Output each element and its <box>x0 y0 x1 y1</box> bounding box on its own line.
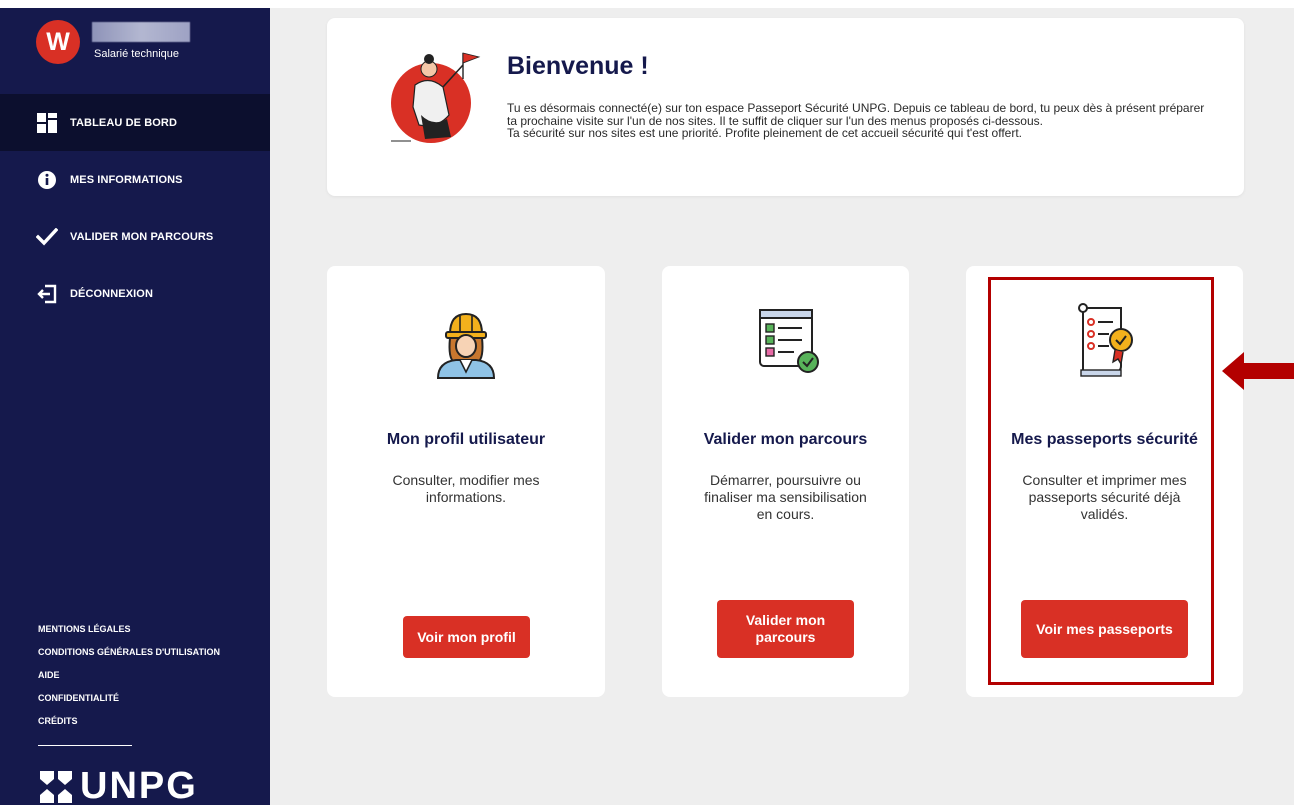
user-name-blurred <box>92 22 190 42</box>
sidebar-item-label: MES INFORMATIONS <box>70 173 183 186</box>
sidebar-item-deconnexion[interactable]: DÉCONNEXION <box>0 265 270 322</box>
check-icon <box>36 226 58 248</box>
welcome-paragraph-2: Ta sécurité sur nos sites est une priori… <box>507 126 1022 140</box>
footer-link-mentions-legales[interactable]: MENTIONS LÉGALES <box>38 618 220 641</box>
unpg-logo: UNPG <box>38 765 198 805</box>
avatar: W <box>36 20 80 64</box>
info-icon <box>36 169 58 191</box>
welcome-paragraph-1: Tu es désormais connecté(e) sur ton espa… <box>507 101 1205 128</box>
arrow-left-icon <box>1222 352 1294 390</box>
welcome-message: Tu es désormais connecté(e) sur ton espa… <box>507 102 1207 140</box>
welcome-illustration-icon <box>391 52 481 143</box>
footer-links: MENTIONS LÉGALES CONDITIONS GÉNÉRALES D'… <box>38 618 220 733</box>
card-title: Valider mon parcours <box>703 431 868 448</box>
logout-icon <box>36 283 58 305</box>
sidebar-item-tableau-de-bord[interactable]: TABLEAU DE BORD <box>0 94 270 151</box>
checklist-icon <box>758 309 819 373</box>
sidebar-item-valider-mon-parcours[interactable]: VALIDER MON PARCOURS <box>0 208 270 265</box>
worker-helmet-icon <box>436 312 496 379</box>
valider-mon-parcours-button[interactable]: Valider mon parcours <box>717 600 854 658</box>
card-description: Démarrer, poursuivre ou finaliser ma sen… <box>704 472 867 522</box>
welcome-card: Bienvenue ! Tu es désormais connecté(e) … <box>327 18 1244 196</box>
user-profile[interactable]: W Salarié technique <box>36 20 246 70</box>
certificate-scroll-icon <box>1077 303 1133 377</box>
card-mon-profil: Mon profil utilisateur Consulter, modifi… <box>327 266 605 697</box>
footer-divider <box>38 745 132 746</box>
card-valider-parcours: Valider mon parcours Démarrer, poursuivr… <box>662 266 909 697</box>
card-description: Consulter, modifier mes informations. <box>392 472 540 505</box>
sidebar-item-mes-informations[interactable]: MES INFORMATIONS <box>0 151 270 208</box>
dashboard-icon <box>36 112 58 134</box>
welcome-title: Bienvenue ! <box>507 52 649 80</box>
footer-link-cgu[interactable]: CONDITIONS GÉNÉRALES D'UTILISATION <box>38 641 220 664</box>
footer-link-aide[interactable]: AIDE <box>38 664 220 687</box>
sidebar-item-label: VALIDER MON PARCOURS <box>70 230 214 243</box>
unpg-logo-icon <box>40 771 72 803</box>
sidebar-nav: TABLEAU DE BORD MES INFORMATIONS VALIDER… <box>0 94 270 322</box>
card-title: Mes passeports sécurité <box>1011 431 1198 448</box>
sidebar-item-label: TABLEAU DE BORD <box>70 116 178 129</box>
logo-text: UNPG <box>80 765 198 805</box>
main-content: Bienvenue ! Tu es désormais connecté(e) … <box>270 8 1294 805</box>
voir-mon-profil-button[interactable]: Voir mon profil <box>403 616 530 658</box>
sidebar: W Salarié technique TABLEAU DE BORD MES … <box>0 8 270 805</box>
voir-mes-passeports-button[interactable]: Voir mes passeports <box>1021 600 1188 658</box>
user-role: Salarié technique <box>94 48 180 60</box>
card-description: Consulter et imprimer mes passeports séc… <box>1022 472 1187 522</box>
card-mes-passeports: Mes passeports sécurité Consulter et imp… <box>966 266 1243 697</box>
footer-link-credits[interactable]: CRÉDITS <box>38 710 220 733</box>
card-title: Mon profil utilisateur <box>386 431 546 448</box>
sidebar-item-label: DÉCONNEXION <box>70 287 153 300</box>
footer-link-confidentialite[interactable]: CONFIDENTIALITÉ <box>38 687 220 710</box>
